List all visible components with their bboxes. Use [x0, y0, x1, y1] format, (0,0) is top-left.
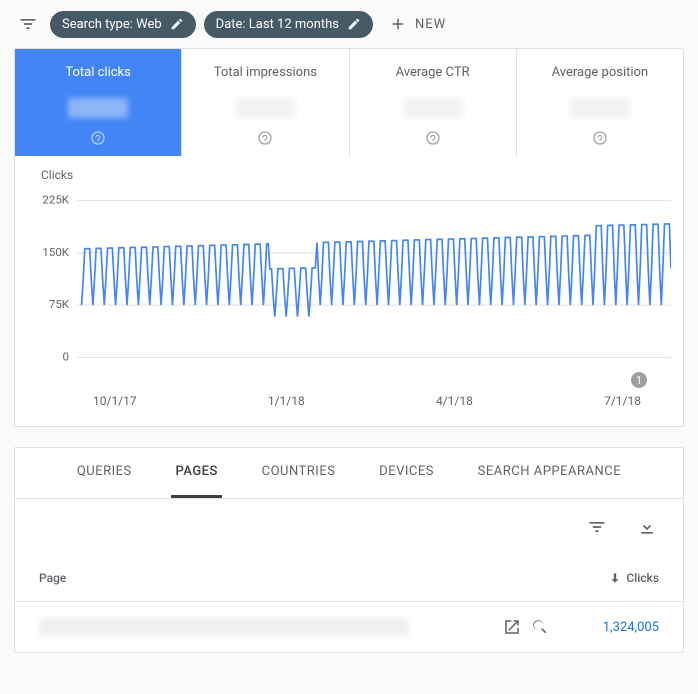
table-card: QUERIES PAGES COUNTRIES DEVICES SEARCH APPEA… — [14, 447, 684, 653]
clicks-column-header[interactable]: Clicks — [608, 571, 659, 585]
tab-devices[interactable]: DEVICES — [375, 448, 438, 498]
help-icon — [425, 130, 441, 146]
help-icon — [90, 130, 106, 146]
metric-value-blurred — [68, 98, 128, 118]
page-column-header: Page — [39, 571, 66, 585]
search-icon[interactable] — [531, 618, 549, 636]
tab-pages[interactable]: PAGES — [171, 448, 221, 498]
tab-countries[interactable]: COUNTRIES — [258, 448, 340, 498]
metric-value-blurred — [403, 98, 463, 118]
help-icon — [592, 130, 608, 146]
svg-text:75K: 75K — [49, 297, 70, 311]
chip-label: Search type: Web — [62, 17, 162, 32]
metric-tile[interactable]: Average CTR — [350, 49, 517, 156]
arrow-down-icon — [608, 571, 622, 585]
plus-icon — [389, 15, 407, 33]
chart-info-badge[interactable]: 1 — [631, 372, 647, 388]
page-url-blurred — [39, 618, 409, 636]
chart-area: Clicks 225K 150K 75K 0 1 10/1/17 1/1/18 4/… — [15, 156, 683, 426]
filter-list-icon[interactable] — [14, 10, 42, 38]
new-filter-button[interactable]: NEW — [381, 11, 454, 37]
metric-value-blurred — [235, 98, 295, 118]
tab-search-appearance[interactable]: SEARCH APPEARANCE — [474, 448, 625, 498]
tab-queries[interactable]: QUERIES — [73, 448, 136, 498]
metric-label: Average CTR — [358, 65, 508, 80]
metric-tile[interactable]: Total clicks — [15, 49, 182, 156]
new-label: NEW — [415, 17, 446, 32]
x-tick: 1/1/18 — [268, 394, 305, 408]
pencil-icon — [347, 17, 361, 31]
metric-label: Total clicks — [23, 65, 173, 80]
table-row: 1,324,005 — [15, 602, 683, 652]
metric-label: Total impressions — [190, 65, 340, 80]
clicks-chart: 225K 150K 75K 0 — [23, 174, 671, 384]
metric-tile[interactable]: Average position — [517, 49, 683, 156]
pencil-icon — [170, 17, 184, 31]
x-tick: 10/1/17 — [93, 394, 137, 408]
metric-tile[interactable]: Total impressions — [182, 49, 349, 156]
date-chip[interactable]: Date: Last 12 months — [204, 11, 373, 38]
download-icon[interactable] — [633, 513, 661, 541]
svg-text:150K: 150K — [42, 245, 69, 259]
search-type-chip[interactable]: Search type: Web — [50, 11, 196, 38]
metric-value-blurred — [570, 98, 630, 118]
svg-text:225K: 225K — [42, 193, 69, 207]
x-tick: 7/1/18 — [604, 394, 641, 408]
open-external-icon[interactable] — [503, 618, 521, 636]
row-clicks-value: 1,324,005 — [603, 620, 659, 635]
performance-card: Total clicks Total impressions Average CTR… — [14, 48, 684, 427]
chip-label: Date: Last 12 months — [216, 17, 339, 32]
x-tick: 4/1/18 — [436, 394, 473, 408]
metric-label: Average position — [525, 65, 675, 80]
table-filter-icon[interactable] — [583, 513, 611, 541]
help-icon — [257, 130, 273, 146]
chart-y-title: Clicks — [41, 168, 73, 182]
svg-text:0: 0 — [63, 350, 69, 364]
